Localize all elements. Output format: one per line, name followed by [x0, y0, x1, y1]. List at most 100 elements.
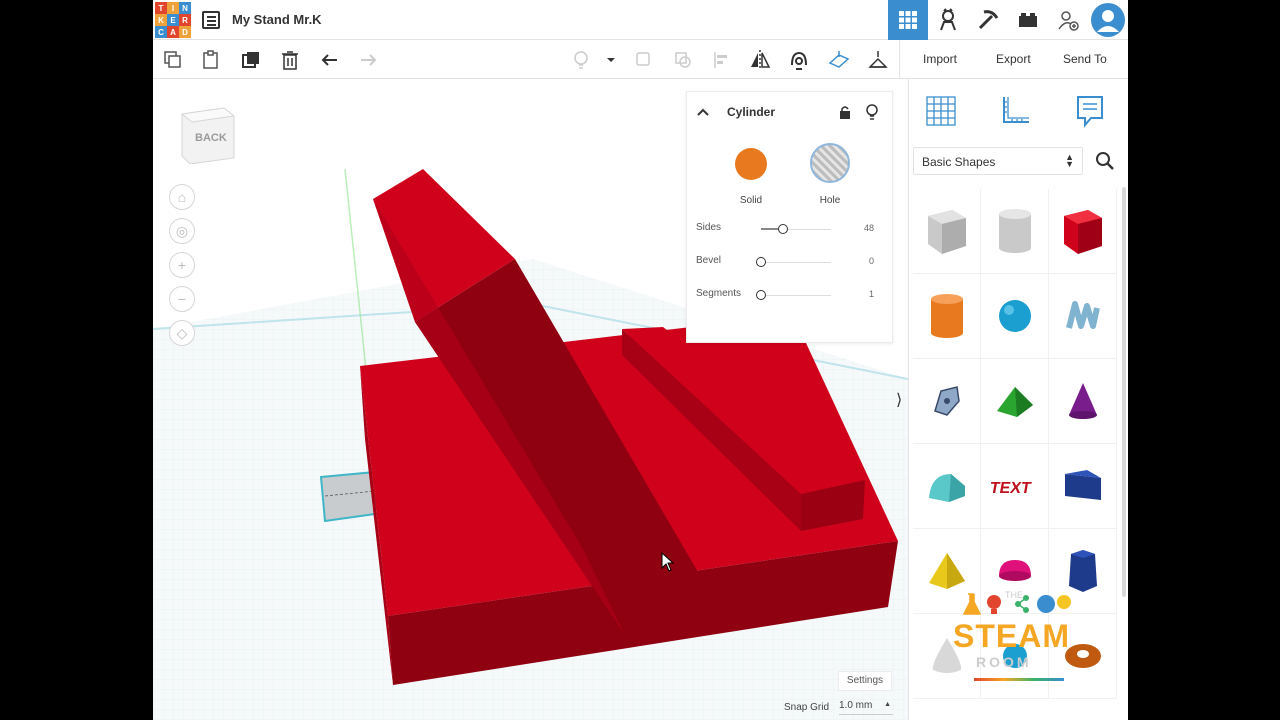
hole-swatch[interactable]: [810, 143, 850, 183]
inspector-title: Cylinder: [727, 105, 776, 119]
import-button[interactable]: Import: [923, 52, 957, 66]
watermark-rainbow-bar: [974, 678, 1064, 681]
ungroup-icon: [672, 49, 694, 71]
logo-letter: N: [179, 2, 191, 14]
fit-view-icon[interactable]: ◎: [169, 218, 195, 244]
snap-grid-value: 1.0 mm: [839, 700, 873, 711]
logo-letter: D: [179, 26, 191, 38]
pickaxe-icon[interactable]: [968, 0, 1008, 40]
logo-letter: C: [155, 26, 167, 38]
settings-button[interactable]: Settings: [838, 671, 892, 691]
sides-value: 48: [863, 223, 874, 233]
segments-slider-knob[interactable]: [756, 290, 766, 300]
snap-caret-icon: ▲: [884, 701, 891, 708]
zoom-in-icon[interactable]: +: [169, 252, 195, 278]
export-button[interactable]: Export: [996, 52, 1031, 66]
shape-library-select[interactable]: Basic Shapes ▲ ▼: [913, 147, 1083, 175]
bevel-value: 0: [868, 256, 874, 266]
shape-box-hole[interactable]: [913, 189, 981, 274]
shape-inspector: Cylinder Solid Hole Sides 48 Bevel 0 Seg…: [686, 91, 893, 343]
send-to-button[interactable]: Send To: [1063, 52, 1107, 66]
solid-color-swatch[interactable]: [735, 148, 767, 180]
segments-value: 1: [868, 289, 874, 299]
design-title[interactable]: My Stand Mr.K: [232, 12, 322, 27]
bevel-slider-knob[interactable]: [756, 257, 766, 267]
lightbulb-icon[interactable]: [570, 49, 592, 71]
shape-sphere[interactable]: [981, 274, 1049, 359]
ruler-tool-icon[interactable]: [867, 49, 889, 71]
top-bar: T I N K E R C A D My Stand Mr.K: [153, 0, 1128, 40]
shapes-scrollbar[interactable]: [1122, 187, 1126, 597]
search-icon[interactable]: [1089, 147, 1121, 175]
logo-letter: E: [167, 14, 179, 26]
shape-cylinder-hole[interactable]: [981, 189, 1049, 274]
sides-label: Sides: [696, 222, 722, 233]
notes-icon[interactable]: [1070, 91, 1110, 131]
shape-cone[interactable]: [1049, 359, 1117, 444]
home-view-icon[interactable]: ⌂: [169, 184, 195, 210]
brick-icon[interactable]: [1008, 0, 1048, 40]
watermark-subtitle: ROOM: [976, 654, 1032, 670]
shape-text[interactable]: TEXT: [981, 444, 1049, 529]
shape-round-roof[interactable]: [913, 444, 981, 529]
align-icon: [711, 49, 733, 71]
logo-letter: T: [155, 2, 167, 14]
lock-icon[interactable]: [838, 105, 852, 119]
logo-letter: I: [167, 2, 179, 14]
copy-icon[interactable]: [162, 49, 184, 71]
tinkercad-app: T I N K E R C A D My Stand Mr.K Import E…: [153, 0, 1128, 720]
snap-grid-select[interactable]: 1.0 mm ▲: [839, 700, 893, 715]
segments-label: Segments: [696, 288, 742, 299]
add-user-icon[interactable]: [1048, 0, 1088, 40]
design-list-icon[interactable]: [202, 11, 220, 29]
shape-box[interactable]: [1049, 189, 1117, 274]
tinkercad-logo[interactable]: T I N K E R C A D: [155, 2, 191, 38]
hole-box-object[interactable]: [319, 470, 376, 523]
shape-library-label: Basic Shapes: [922, 155, 996, 169]
view-cube[interactable]: BACK: [180, 106, 236, 165]
workplane-grid-icon[interactable]: [921, 91, 961, 131]
workplane-tool-icon[interactable]: [828, 49, 850, 71]
tinker-person-icon[interactable]: [928, 0, 968, 40]
logo-letter: R: [179, 14, 191, 26]
watermark-prefix: THE: [1005, 590, 1023, 600]
zoom-out-icon[interactable]: −: [169, 286, 195, 312]
shape-generator[interactable]: [913, 359, 981, 444]
solid-label: Solid: [739, 195, 763, 206]
group-icon: [633, 49, 655, 71]
dropdown-caret-icon[interactable]: [600, 49, 622, 71]
shape-wedge[interactable]: [1049, 444, 1117, 529]
top-right-actions: [888, 0, 1128, 40]
ruler-icon[interactable]: [995, 91, 1035, 131]
logo-letter: K: [155, 14, 167, 26]
shape-cylinder[interactable]: [913, 274, 981, 359]
cruise-icon[interactable]: [788, 49, 810, 71]
visibility-bulb-icon[interactable]: [865, 104, 879, 120]
shape-roof[interactable]: [981, 359, 1049, 444]
bevel-slider-track[interactable]: [761, 262, 831, 263]
delete-icon[interactable]: [279, 49, 301, 71]
toolbar-divider: [899, 40, 900, 79]
mirror-icon[interactable]: [749, 49, 771, 71]
ortho-view-icon[interactable]: ◇: [169, 320, 195, 346]
duplicate-icon[interactable]: [240, 49, 262, 71]
svg-text:TEXT: TEXT: [991, 479, 1033, 497]
view-cube-label: BACK: [195, 132, 227, 144]
grid-view-icon[interactable]: [888, 0, 928, 40]
undo-icon[interactable]: [319, 49, 341, 71]
collapse-chevron-icon[interactable]: [697, 107, 709, 117]
select-arrows-icon: ▲ ▼: [1065, 152, 1074, 169]
snap-grid-label: Snap Grid: [784, 702, 830, 713]
logo-letter: A: [167, 26, 179, 38]
redo-icon: [357, 49, 379, 71]
side-panel-toggle-icon[interactable]: ⟩: [896, 390, 902, 410]
watermark-title: STEAM: [953, 618, 1070, 654]
workplane-viewport[interactable]: BACK ⌂ ◎ + − ◇ Cylinder Solid Hole Sides…: [153, 79, 908, 720]
bevel-label: Bevel: [696, 255, 722, 266]
shape-scribble[interactable]: [1049, 274, 1117, 359]
sides-slider-knob[interactable]: [777, 224, 788, 234]
avatar-icon[interactable]: [1088, 0, 1128, 40]
paste-icon[interactable]: [200, 49, 222, 71]
hole-label: Hole: [819, 195, 841, 206]
segments-slider-track[interactable]: [761, 295, 831, 296]
